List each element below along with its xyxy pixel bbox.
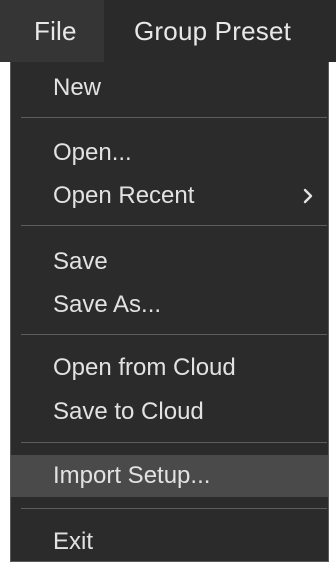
menu-item-save[interactable]: Save [11,242,328,282]
menu-separator [21,442,327,443]
menu-item-new[interactable]: New [11,68,328,108]
menu-item-open-from-cloud-label: Open from Cloud [53,354,236,381]
menu-item-open-recent[interactable]: Open Recent [11,176,328,216]
menu-separator [21,334,327,335]
menu-item-save-as-label: Save As... [53,291,162,318]
menu-item-open-label: Open... [53,139,132,166]
menu-separator [21,225,327,226]
menu-item-save-as[interactable]: Save As... [11,285,328,325]
menu-item-open[interactable]: Open... [11,133,328,173]
menu-separator [21,508,327,509]
app-root: File Group Preset New Open... Open Recen… [0,0,336,564]
menu-item-exit-label: Exit [53,528,94,555]
file-menu-dropdown: New Open... Open Recent Save Save As... … [10,62,329,562]
menu-item-open-recent-label: Open Recent [53,182,195,209]
chevron-right-icon [303,188,313,204]
menu-item-save-label: Save [53,248,108,275]
menu-bar: File Group Preset [0,0,336,62]
menu-separator [21,117,327,118]
menu-file-label: File [34,15,77,46]
menu-item-exit[interactable]: Exit [11,522,328,562]
menu-group-preset[interactable]: Group Preset [104,0,291,62]
menu-group-preset-label: Group Preset [134,15,292,46]
menu-file[interactable]: File [0,0,104,62]
menu-item-save-to-cloud-label: Save to Cloud [53,398,204,425]
menu-item-import-setup[interactable]: Import Setup... [11,455,328,497]
menu-item-save-to-cloud[interactable]: Save to Cloud [11,392,328,432]
menu-item-import-setup-label: Import Setup... [53,462,211,489]
menu-item-open-from-cloud[interactable]: Open from Cloud [11,348,328,388]
menu-item-new-label: New [53,74,102,101]
